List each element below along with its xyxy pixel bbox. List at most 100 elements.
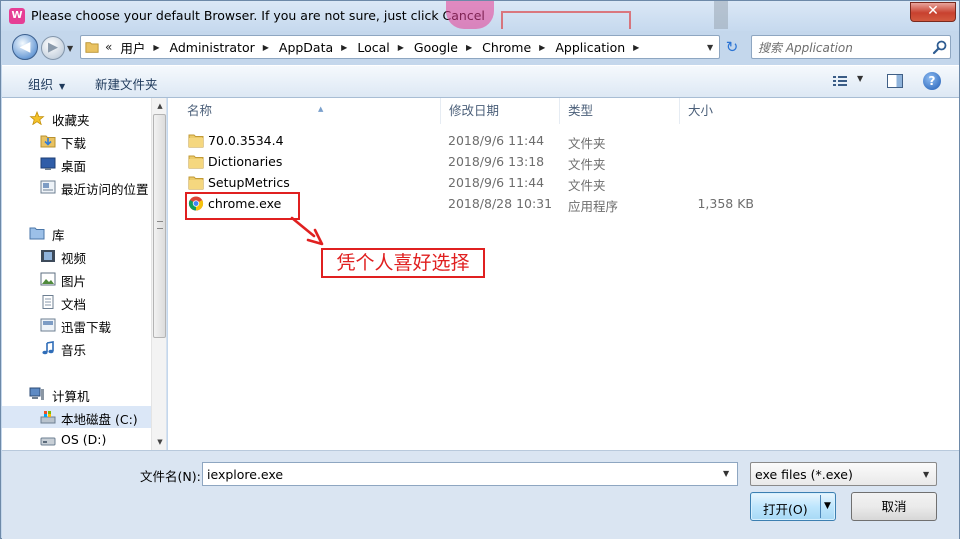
sidebar-item-label: 最近访问的位置 [61, 182, 149, 197]
file-list: 名称 ▲ 修改日期 类型 大小 70.0.3534.4 2018/9/6 11:… [168, 98, 959, 450]
file-row[interactable]: 70.0.3534.4 2018/9/6 11:44 文件夹 [168, 130, 959, 151]
sidebar-item-label: 桌面 [61, 159, 87, 174]
drive-icon [40, 411, 56, 424]
breadcrumb-item[interactable]: Administrator [170, 40, 255, 55]
sidebar-item-label: 文档 [61, 297, 87, 312]
sidebar-item-label: 迅雷下载 [61, 320, 112, 335]
breadcrumb-item[interactable]: Local [357, 40, 389, 55]
new-folder-button[interactable]: 新建文件夹 [95, 74, 158, 93]
app-icon: W [9, 8, 25, 24]
file-row[interactable]: Dictionaries 2018/9/6 13:18 文件夹 [168, 151, 959, 172]
open-button-label: 打开(O) [763, 502, 808, 517]
sidebar-item-computer[interactable]: 计算机 [2, 383, 152, 405]
breadcrumb-separator-icon[interactable]: ▶ [341, 43, 347, 52]
sidebar-item-local-disk-c[interactable]: 本地磁盘 (C:) [2, 406, 152, 428]
file-name: SetupMetrics [208, 175, 290, 190]
breadcrumb-separator-icon[interactable]: ▶ [466, 43, 472, 52]
file-type: 文件夹 [568, 178, 606, 193]
folder-icon [188, 155, 204, 169]
chrome-highlight-box [185, 192, 300, 220]
open-file-dialog: W Please choose your default Browser. If… [0, 0, 960, 539]
background-app-edge [948, 130, 960, 160]
filename-label: 文件名(N): [140, 469, 201, 484]
back-button[interactable]: ◀ [12, 34, 38, 60]
chevron-down-icon[interactable]: ▼ [723, 469, 729, 478]
breadcrumb-separator-icon[interactable]: ▶ [633, 43, 639, 52]
scroll-down-icon[interactable]: ▼ [152, 434, 166, 450]
sidebar-item-recent-places[interactable]: 最近访问的位置 [2, 176, 152, 198]
file-modified: 2018/9/6 11:44 [448, 175, 545, 190]
filename-input[interactable] [207, 466, 707, 483]
documents-icon [42, 295, 54, 309]
cancel-button[interactable]: 取消 [851, 492, 937, 521]
breadcrumb-separator-icon[interactable]: ▶ [153, 43, 159, 52]
address-history-dropdown[interactable]: ▼ [707, 43, 713, 52]
search-input[interactable] [758, 39, 928, 56]
sidebar-item-documents[interactable]: 文档 [2, 291, 152, 313]
view-dropdown-icon[interactable]: ▼ [857, 74, 863, 83]
organize-button[interactable]: 组织 ▼ [28, 74, 65, 93]
pictures-icon [40, 272, 56, 286]
file-size: 1,358 KB [697, 196, 754, 211]
sidebar-item-favorites[interactable]: 收藏夹 [2, 107, 152, 129]
column-header-modified[interactable]: 修改日期 [441, 98, 560, 124]
file-type: 文件夹 [568, 136, 606, 151]
sidebar-item-label: 本地磁盘 (C:) [61, 412, 138, 427]
open-options-chevron-icon[interactable]: ▼ [824, 501, 831, 511]
navigation-row: ◀ ▶ ▼ « 用户 ▶ Administrator ▶ AppData ▶ Loca… [1, 31, 959, 63]
sidebar-item-desktop[interactable]: 桌面 [2, 153, 152, 175]
breadcrumb-separator-icon[interactable]: ▶ [398, 43, 404, 52]
sidebar-item-music[interactable]: 音乐 [2, 337, 152, 359]
chevron-down-icon: ▼ [59, 82, 66, 91]
sidebar-item-label: 音乐 [61, 343, 87, 358]
file-name: 70.0.3534.4 [208, 133, 284, 148]
sidebar-item-label: 计算机 [52, 389, 90, 404]
column-header-type[interactable]: 类型 [560, 98, 680, 124]
computer-icon [29, 387, 44, 400]
overflow-chevron-icon[interactable]: « [105, 40, 112, 54]
breadcrumb-item[interactable]: Application [555, 40, 625, 55]
view-options-icon[interactable] [833, 75, 847, 87]
search-box[interactable] [751, 35, 951, 59]
breadcrumb-separator-icon[interactable]: ▶ [263, 43, 269, 52]
sidebar-item-downloads[interactable]: 下载 [2, 130, 152, 152]
file-type: 文件夹 [568, 157, 606, 172]
folder-icon [85, 42, 99, 53]
breadcrumb: « 用户 ▶ Administrator ▶ AppData ▶ Local ▶ Goo… [105, 36, 649, 58]
preview-pane-icon[interactable] [887, 74, 903, 88]
navigation-scrollbar[interactable]: ▲ ▼ [151, 98, 166, 450]
file-row[interactable]: SetupMetrics 2018/9/6 11:44 文件夹 [168, 172, 959, 193]
column-header-size[interactable]: 大小 [680, 98, 780, 124]
file-name: Dictionaries [208, 154, 283, 169]
forward-button[interactable]: ▶ [41, 36, 65, 60]
help-icon[interactable]: ? [923, 72, 941, 90]
open-button[interactable]: 打开(O) ▼ [750, 492, 836, 521]
filename-combobox[interactable]: ▼ [202, 462, 738, 486]
recent-pages-dropdown[interactable]: ▼ [67, 44, 73, 53]
sidebar-item-libraries[interactable]: 库 [2, 222, 152, 244]
sidebar-item-label: 视频 [61, 251, 87, 266]
file-type-select[interactable]: exe files (*.exe) ▼ [750, 462, 937, 486]
background-window-peek [446, 1, 896, 29]
column-header-name[interactable]: 名称 ▲ [179, 98, 441, 124]
sidebar-item-videos[interactable]: 视频 [2, 245, 152, 267]
sort-ascending-icon: ▲ [318, 105, 324, 113]
sidebar-item-pictures[interactable]: 图片 [2, 268, 152, 290]
refresh-button[interactable]: ↻ [722, 39, 742, 57]
scrollbar-thumb[interactable] [153, 114, 166, 338]
filename-panel: 文件名(N): ▼ exe files (*.exe) ▼ 打开(O) ▼ 取消 [2, 450, 959, 539]
breadcrumb-separator-icon[interactable]: ▶ [539, 43, 545, 52]
breadcrumb-item[interactable]: 用户 [120, 38, 145, 57]
scroll-up-icon[interactable]: ▲ [152, 98, 166, 114]
breadcrumb-item[interactable]: Google [414, 40, 458, 55]
recent-places-icon [40, 180, 56, 194]
sidebar-item-xunlei-downloads[interactable]: 迅雷下载 [2, 314, 152, 336]
breadcrumb-item[interactable]: AppData [279, 40, 333, 55]
address-bar[interactable]: « 用户 ▶ Administrator ▶ AppData ▶ Local ▶ Goo… [80, 35, 720, 59]
file-modified: 2018/8/28 10:31 [448, 196, 553, 211]
chevron-down-icon: ▼ [923, 470, 930, 479]
sidebar-item-os-d[interactable]: OS (D:) [2, 429, 152, 450]
breadcrumb-item[interactable]: Chrome [482, 40, 531, 55]
close-button[interactable]: ✕ [910, 2, 956, 22]
search-icon[interactable] [932, 39, 948, 55]
